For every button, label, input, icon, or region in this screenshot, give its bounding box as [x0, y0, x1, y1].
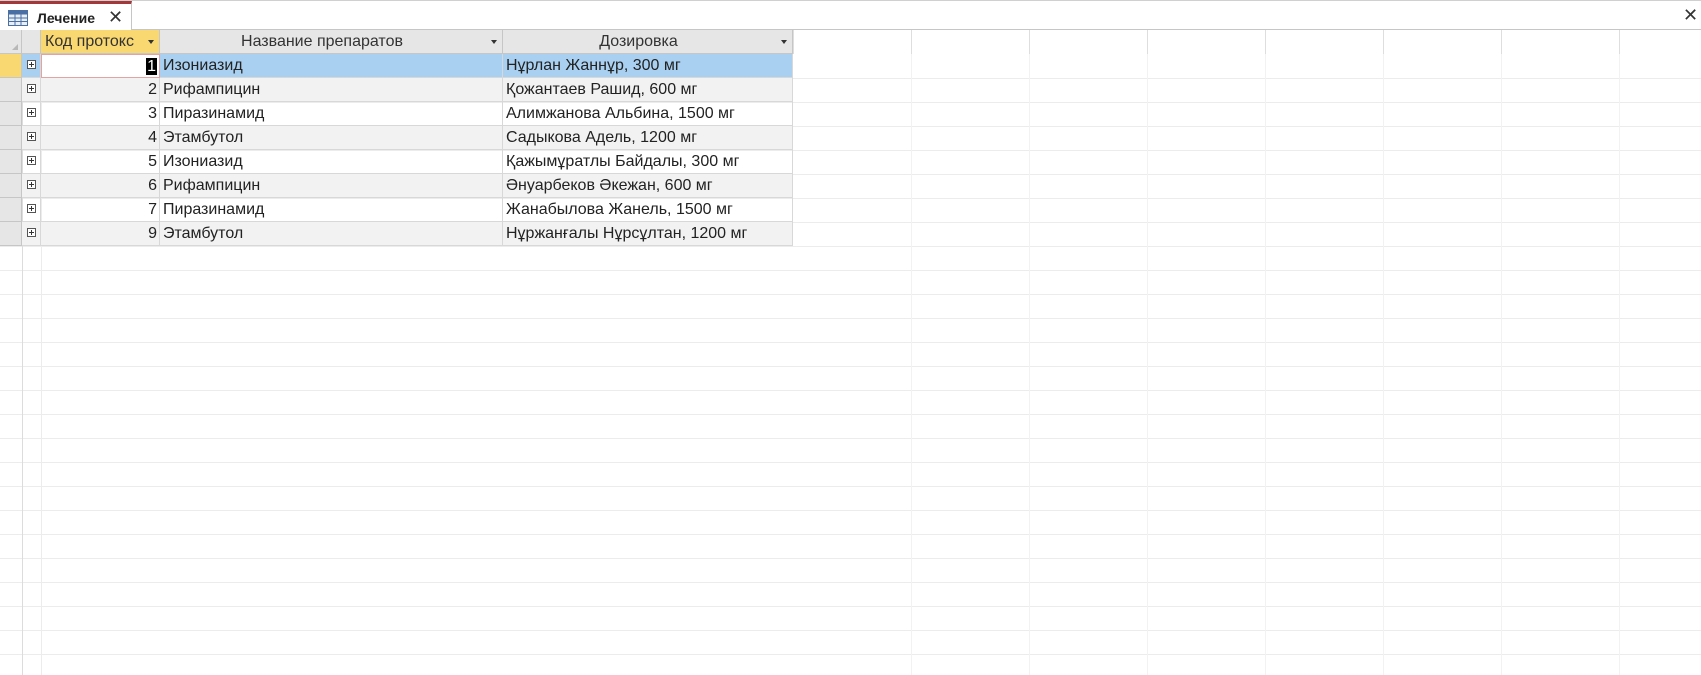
dose-cell[interactable]: Қожантаев Рашид, 600 мг	[503, 78, 793, 102]
code-cell[interactable]: 3	[41, 102, 160, 126]
close-tab-icon[interactable]: ✕	[108, 8, 123, 26]
document-tab-bar: Лечение ✕ ✕	[0, 0, 1701, 31]
expand-plus-icon[interactable]	[27, 84, 36, 93]
name-cell[interactable]: Пиразинамид	[160, 102, 503, 126]
dose-cell[interactable]: Әнуарбеков Әкежан, 600 мг	[503, 174, 793, 198]
dropdown-arrow-icon[interactable]	[148, 40, 154, 44]
dropdown-arrow-icon[interactable]	[491, 40, 497, 44]
record-selector[interactable]	[0, 198, 22, 222]
dose-cell[interactable]: Алимжанова Альбина, 1500 мг	[503, 102, 793, 126]
code-cell[interactable]: 7	[41, 198, 160, 222]
expand-column-header	[22, 30, 41, 54]
expand-plus-icon[interactable]	[27, 204, 36, 213]
expand-cell[interactable]	[22, 102, 41, 126]
expand-cell[interactable]	[22, 54, 41, 78]
table-row[interactable]: 1 Изониазид Нұрлан Жаннұр, 300 мг	[22, 54, 793, 78]
dose-cell[interactable]: Нұрлан Жаннұр, 300 мг	[503, 54, 793, 78]
expand-plus-icon[interactable]	[27, 132, 36, 141]
table-row[interactable]: 5 Изониазид Қажымұратлы Байдалы, 300 мг	[22, 150, 793, 174]
column-header-label: Код протокс	[45, 33, 134, 50]
datasheet: Код протокс Название препаратов Дозировк…	[0, 30, 1701, 675]
record-selector[interactable]	[0, 54, 22, 78]
name-cell[interactable]: Пиразинамид	[160, 198, 503, 222]
record-selector[interactable]	[0, 102, 22, 126]
record-selector[interactable]	[0, 78, 22, 102]
expand-cell[interactable]	[22, 198, 41, 222]
tab-title: Лечение	[37, 10, 96, 26]
code-cell[interactable]: 5	[41, 150, 160, 174]
expand-plus-icon[interactable]	[27, 180, 36, 189]
expand-plus-icon[interactable]	[27, 156, 36, 165]
code-cell[interactable]: 9	[41, 222, 160, 246]
dropdown-arrow-icon[interactable]	[781, 40, 787, 44]
code-value: 1	[146, 58, 157, 75]
expand-cell[interactable]	[22, 78, 41, 102]
column-header-dose[interactable]: Дозировка	[503, 30, 793, 54]
record-selector[interactable]	[0, 222, 22, 246]
table-row[interactable]: 2 Рифампицин Қожантаев Рашид, 600 мг	[22, 78, 793, 102]
table-row[interactable]: 6 Рифампицин Әнуарбеков Әкежан, 600 мг	[22, 174, 793, 198]
name-cell[interactable]: Этамбутол	[160, 126, 503, 150]
expand-plus-icon[interactable]	[27, 60, 36, 69]
select-all-corner[interactable]	[0, 30, 22, 54]
table-row[interactable]: 7 Пиразинамид Жанабылова Жанель, 1500 мг	[22, 198, 793, 222]
table-row[interactable]: 3 Пиразинамид Алимжанова Альбина, 1500 м…	[22, 102, 793, 126]
record-selector[interactable]	[0, 174, 22, 198]
table-icon	[8, 10, 28, 26]
code-cell[interactable]: 2	[41, 78, 160, 102]
column-header-code[interactable]: Код протокс	[41, 30, 160, 54]
close-icon[interactable]: ✕	[1683, 6, 1698, 24]
expand-plus-icon[interactable]	[27, 228, 36, 237]
name-cell[interactable]: Рифампицин	[160, 174, 503, 198]
column-header-label: Название препаратов	[241, 33, 403, 50]
dose-cell[interactable]: Жанабылова Жанель, 1500 мг	[503, 198, 793, 222]
expand-cell[interactable]	[22, 222, 41, 246]
code-cell[interactable]: 1	[41, 54, 160, 78]
name-cell[interactable]: Изониазид	[160, 54, 503, 78]
dose-cell[interactable]: Садыкова Адель, 1200 мг	[503, 126, 793, 150]
dose-cell[interactable]: Қажымұратлы Байдалы, 300 мг	[503, 150, 793, 174]
document-tab[interactable]: Лечение ✕	[0, 1, 132, 31]
name-cell[interactable]: Этамбутол	[160, 222, 503, 246]
name-cell[interactable]: Рифампицин	[160, 78, 503, 102]
expand-plus-icon[interactable]	[27, 108, 36, 117]
expand-cell[interactable]	[22, 174, 41, 198]
record-selector[interactable]	[0, 150, 22, 174]
column-header-label: Дозировка	[599, 33, 678, 50]
expand-cell[interactable]	[22, 150, 41, 174]
expand-cell[interactable]	[22, 126, 41, 150]
code-cell[interactable]: 6	[41, 174, 160, 198]
dose-cell[interactable]: Нұржанғалы Нұрсұлтан, 1200 мг	[503, 222, 793, 246]
column-header-name[interactable]: Название препаратов	[160, 30, 503, 54]
name-cell[interactable]: Изониазид	[160, 150, 503, 174]
table-row[interactable]: 9 Этамбутол Нұржанғалы Нұрсұлтан, 1200 м…	[22, 222, 793, 246]
record-selector[interactable]	[0, 126, 22, 150]
code-cell[interactable]: 4	[41, 126, 160, 150]
table-row[interactable]: 4 Этамбутол Садыкова Адель, 1200 мг	[22, 126, 793, 150]
